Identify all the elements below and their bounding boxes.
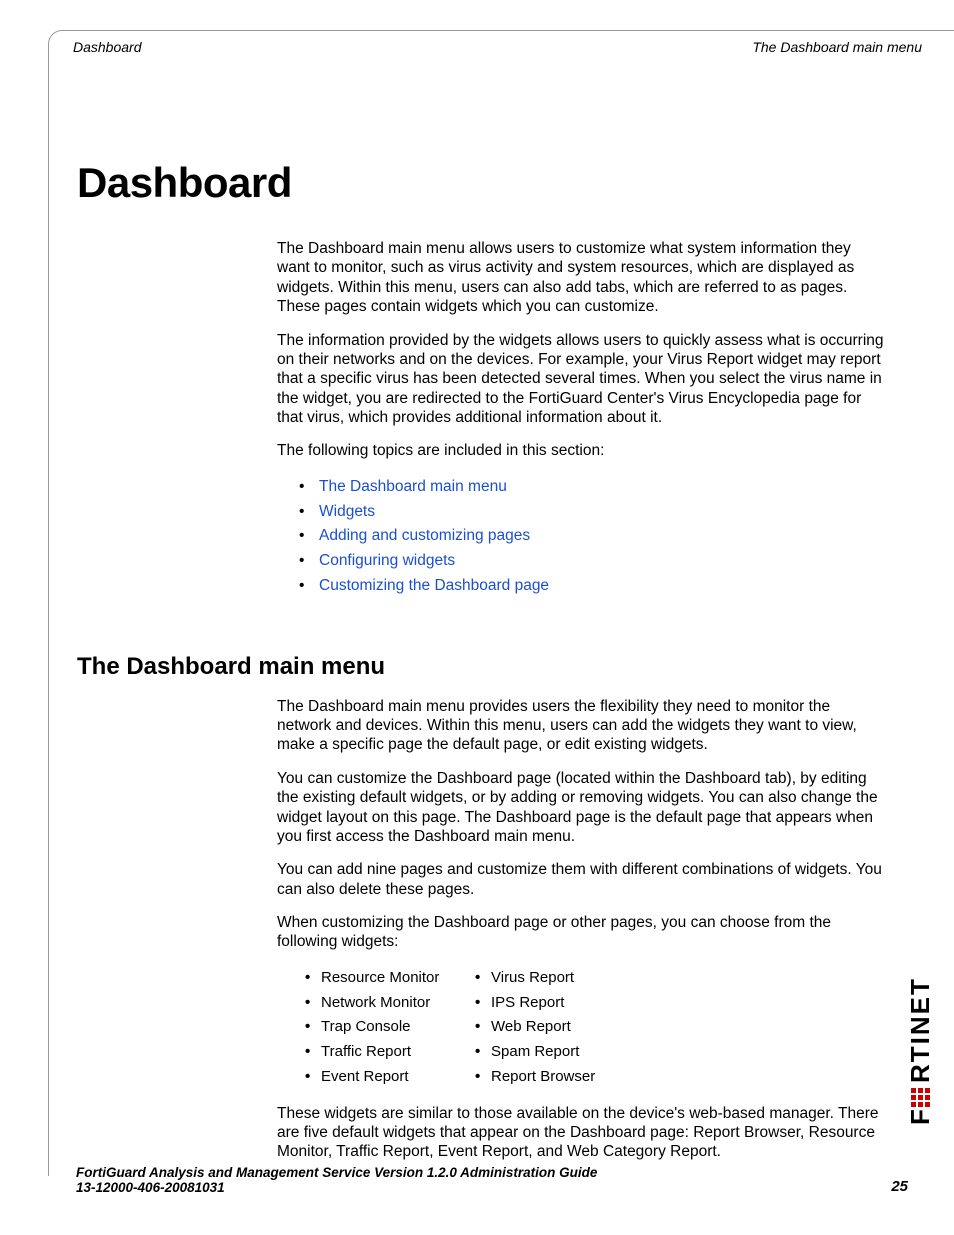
- section-paragraph-3: You can add nine pages and customize the…: [277, 860, 886, 899]
- widget-item: IPS Report: [475, 991, 645, 1016]
- widget-item: Resource Monitor: [305, 966, 475, 991]
- running-header-right: The Dashboard main menu: [752, 39, 922, 55]
- widget-item: Trap Console: [305, 1015, 475, 1040]
- section-paragraph-5: These widgets are similar to those avail…: [277, 1104, 886, 1162]
- page-number: 25: [891, 1178, 908, 1195]
- running-header-left: Dashboard: [73, 39, 142, 55]
- section-paragraph-2: You can customize the Dashboard page (lo…: [277, 769, 886, 847]
- page-title: Dashboard: [77, 159, 886, 207]
- widget-item: Virus Report: [475, 966, 645, 991]
- svg-text:F: F: [908, 1107, 934, 1125]
- footer-doc-id: 13-12000-406-20081031: [76, 1180, 597, 1195]
- widget-item: Network Monitor: [305, 991, 475, 1016]
- topic-link-configuring-widgets[interactable]: Configuring widgets: [319, 552, 455, 569]
- intro-paragraph-1: The Dashboard main menu allows users to …: [277, 239, 886, 317]
- section-paragraph-1: The Dashboard main menu provides users t…: [277, 697, 886, 755]
- topic-link-customizing-dashboard[interactable]: Customizing the Dashboard page: [319, 577, 549, 594]
- section-heading-main-menu: The Dashboard main menu: [77, 653, 886, 681]
- topic-link-main-menu[interactable]: The Dashboard main menu: [319, 478, 507, 495]
- widget-item: Web Report: [475, 1015, 645, 1040]
- fortinet-logo-icon: F RTINET: [908, 905, 934, 1125]
- footer-guide-title: FortiGuard Analysis and Management Servi…: [76, 1165, 597, 1180]
- intro-paragraph-2: The information provided by the widgets …: [277, 331, 886, 428]
- topic-list: The Dashboard main menu Widgets Adding a…: [299, 475, 886, 599]
- svg-text:RTINET: RTINET: [908, 977, 934, 1083]
- widget-item: Traffic Report: [305, 1040, 475, 1065]
- widget-item: Spam Report: [475, 1040, 645, 1065]
- widget-list: Resource Monitor Network Monitor Trap Co…: [305, 966, 886, 1090]
- intro-paragraph-3: The following topics are included in thi…: [277, 441, 886, 460]
- widget-item: Report Browser: [475, 1065, 645, 1090]
- widget-item: Event Report: [305, 1065, 475, 1090]
- section-paragraph-4: When customizing the Dashboard page or o…: [277, 913, 886, 952]
- topic-link-adding-pages[interactable]: Adding and customizing pages: [319, 527, 530, 544]
- topic-link-widgets[interactable]: Widgets: [319, 503, 375, 520]
